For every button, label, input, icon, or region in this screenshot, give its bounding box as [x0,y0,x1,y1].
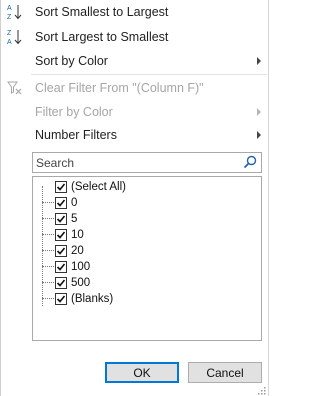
value-item-blanks[interactable]: (Blanks) [33,291,261,307]
checkbox[interactable] [55,213,67,225]
filter-by-color-label: Filter by Color [35,105,113,119]
menu-separator [31,74,267,75]
clear-filter-item[interactable]: Clear Filter From "(Column F)" [1,76,269,100]
filter-by-color-item[interactable]: Filter by Color [1,100,269,124]
value-item[interactable]: 0 [33,195,261,211]
value-label: (Blanks) [71,293,114,305]
tree-branch [42,250,54,251]
tree-branch [42,234,54,235]
search-icon[interactable] [243,155,257,169]
value-item[interactable]: 10 [33,227,261,243]
tree-branch [42,202,54,203]
value-label: 500 [71,277,91,289]
svg-text:Z: Z [7,30,12,37]
sort-by-color-label: Sort by Color [35,54,108,68]
tree-branch [42,282,54,283]
value-label: 20 [71,245,84,257]
value-list[interactable]: (Select All) 0 5 10 20 100 500 (Blanks) [32,176,262,341]
sort-ascending-label: Sort Smallest to Largest [35,5,169,19]
value-label: (Select All) [71,181,126,193]
tree-branch [42,298,54,299]
number-filters-item[interactable]: Number Filters [1,123,269,147]
value-label: 100 [71,261,91,273]
number-filters-label: Number Filters [35,128,117,142]
value-item[interactable]: 100 [33,259,261,275]
clear-filter-icon [6,79,24,97]
resize-grip-icon[interactable] [256,384,266,395]
value-label: 5 [71,213,78,225]
checkbox[interactable] [55,245,67,257]
checkbox[interactable] [55,229,67,241]
checkbox[interactable] [55,197,67,209]
autofilter-dropdown: A Z Sort Smallest to Largest Z A Sort La… [0,0,269,396]
checkbox[interactable] [55,293,67,305]
svg-text:A: A [7,39,12,46]
sort-descending-icon: Z A [6,28,24,46]
svg-text:Z: Z [7,14,12,21]
value-label: 0 [71,197,78,209]
cancel-button[interactable]: Cancel [188,362,262,383]
submenu-arrow-icon [257,57,261,65]
sort-by-color-item[interactable]: Sort by Color [1,49,269,73]
value-item[interactable]: 500 [33,275,261,291]
submenu-arrow-icon [257,108,261,116]
ok-button[interactable]: OK [105,362,179,383]
checkbox[interactable] [55,277,67,289]
search-input[interactable]: Search [32,152,262,173]
search-placeholder: Search [36,156,75,170]
sort-ascending-icon: A Z [6,3,24,21]
value-item[interactable]: 20 [33,243,261,259]
checkbox[interactable] [55,261,67,273]
sort-descending-label: Sort Largest to Smallest [35,30,169,44]
sort-largest-to-smallest-item[interactable]: Z A Sort Largest to Smallest [1,25,269,49]
sort-smallest-to-largest-item[interactable]: A Z Sort Smallest to Largest [1,0,269,24]
tree-branch [42,218,54,219]
value-item[interactable]: 5 [33,211,261,227]
clear-filter-label: Clear Filter From "(Column F)" [35,81,204,95]
value-label: 10 [71,229,84,241]
submenu-arrow-icon [257,131,261,139]
tree-branch [42,266,54,267]
value-item-select-all[interactable]: (Select All) [33,179,261,195]
svg-text:A: A [7,5,12,12]
checkbox[interactable] [55,181,67,193]
